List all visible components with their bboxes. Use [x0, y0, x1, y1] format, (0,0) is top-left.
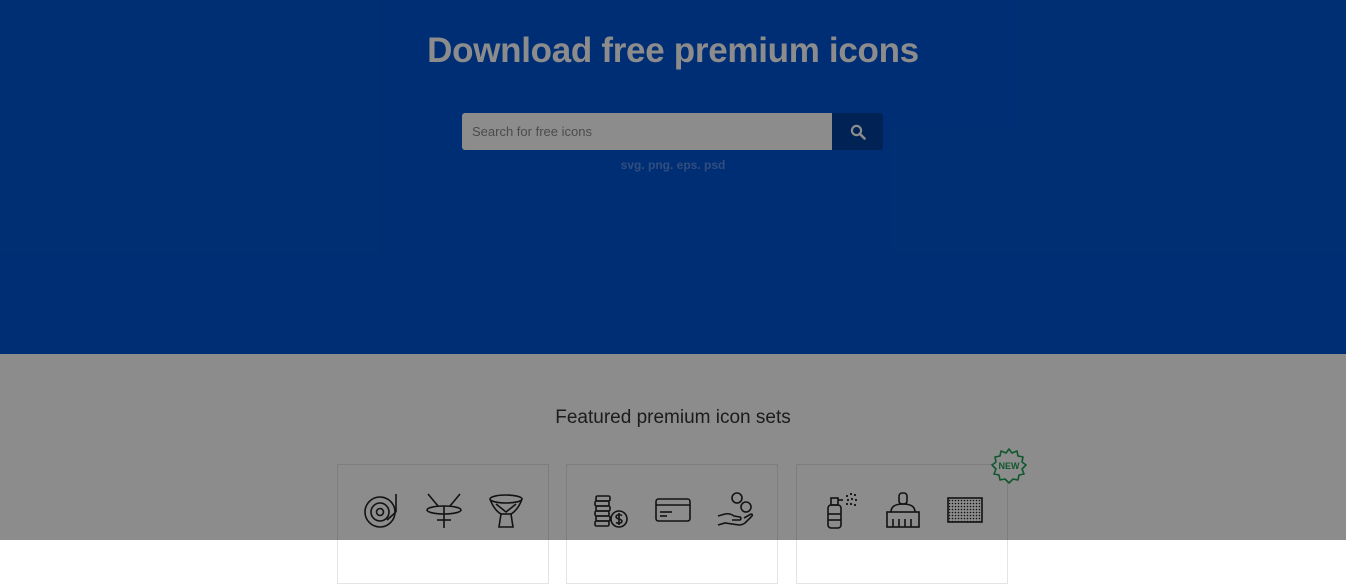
icon-set-card-finance[interactable]	[566, 464, 778, 584]
spray-bottle-icon	[827, 492, 858, 529]
file-formats-text: svg. png. eps. psd	[620, 158, 726, 172]
featured-sets-title: Featured premium icon sets	[555, 407, 791, 428]
coin-stack-dollar-icon	[594, 495, 628, 528]
credit-card-icon	[655, 498, 691, 522]
new-badge-label: NEW	[999, 461, 1021, 471]
cymbal-icon	[426, 493, 462, 528]
hand-coins-icon	[717, 492, 754, 526]
search-input[interactable]	[462, 113, 832, 150]
sponge-icon	[947, 497, 983, 523]
search-button[interactable]	[832, 113, 883, 150]
djembe-drum-icon	[489, 494, 523, 528]
vinyl-record-icon	[364, 494, 397, 528]
icon-set-card-cleaning[interactable]	[796, 464, 1008, 584]
icon-set-card-music[interactable]	[337, 464, 549, 584]
new-badge: NEW	[991, 448, 1027, 484]
search-icon	[850, 124, 866, 140]
hero-title: Download free premium icons	[427, 31, 919, 70]
hero-banner: Download free premium icons svg. png. ep…	[0, 0, 1346, 354]
cleaning-brush-icon	[886, 492, 920, 528]
